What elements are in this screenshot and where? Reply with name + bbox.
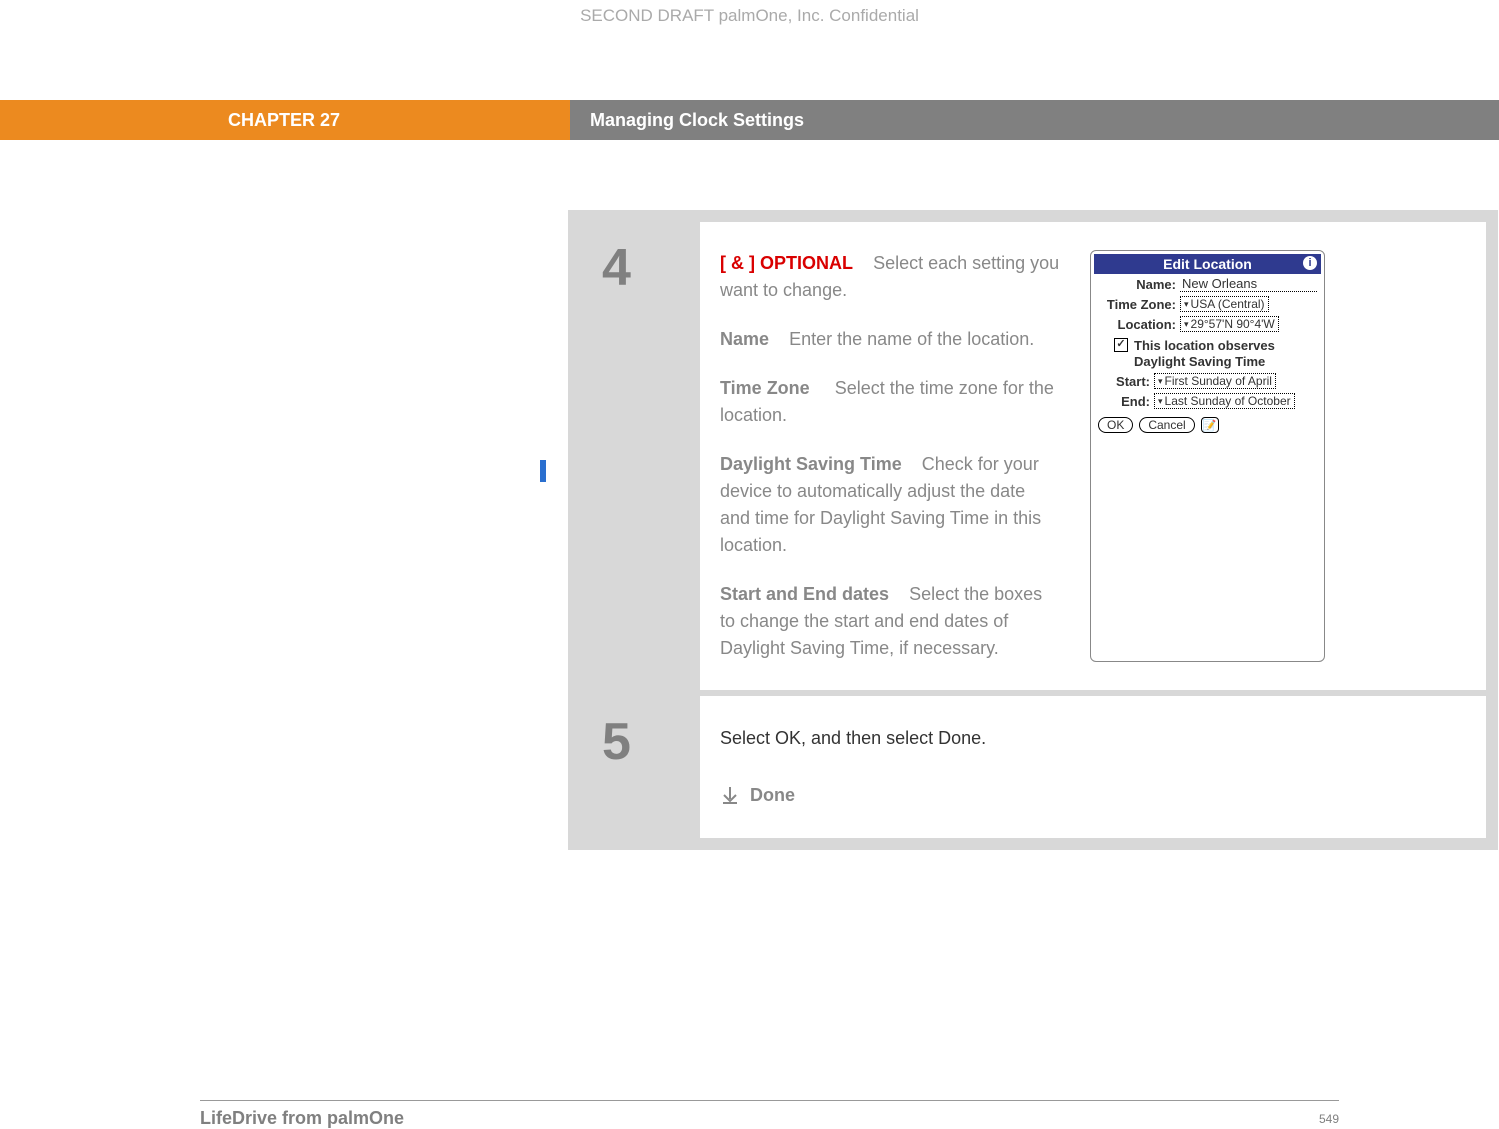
confidential-header: SECOND DRAFT palmOne, Inc. Confidential bbox=[0, 6, 1499, 26]
steps-container: 4 [ & ] OPTIONAL Select each setting you… bbox=[568, 210, 1498, 850]
step-number: 5 bbox=[580, 696, 700, 838]
field-end-value[interactable]: Last Sunday of October bbox=[1154, 393, 1295, 409]
dialog-title-text: Edit Location bbox=[1163, 256, 1252, 272]
step-body: Select OK, and then select Done. Done bbox=[700, 696, 1486, 838]
step-5-instruction: Select OK, and then select Done. bbox=[720, 724, 986, 753]
edit-location-dialog: Edit Location i Name: New Orleans Time Z… bbox=[1090, 250, 1325, 662]
field-loc-label: Location: bbox=[1098, 317, 1176, 332]
chapter-bar: CHAPTER 27 Managing Clock Settings bbox=[0, 100, 1499, 140]
step-4-text: [ & ] OPTIONAL Select each setting you w… bbox=[720, 250, 1060, 662]
ok-button[interactable]: OK bbox=[1098, 417, 1133, 433]
chapter-number: CHAPTER 27 bbox=[0, 100, 570, 140]
step-number: 4 bbox=[580, 222, 700, 690]
field-tz-label: Time Zone: bbox=[1098, 297, 1176, 312]
footer-page-number: 549 bbox=[1319, 1112, 1339, 1126]
chapter-title: Managing Clock Settings bbox=[570, 100, 1499, 140]
step-5-text: Select OK, and then select Done. Done bbox=[720, 724, 986, 810]
dst-label: Daylight Saving Time bbox=[720, 454, 902, 474]
step-body: [ & ] OPTIONAL Select each setting you w… bbox=[700, 222, 1486, 690]
footer-divider bbox=[200, 1100, 1339, 1101]
field-end-label: End: bbox=[1098, 394, 1150, 409]
field-name-label: Name: bbox=[1098, 277, 1176, 292]
step-4: 4 [ & ] OPTIONAL Select each setting you… bbox=[580, 222, 1486, 690]
down-arrow-icon bbox=[720, 785, 740, 805]
optional-bracket: [ & ] bbox=[720, 253, 755, 273]
field-start-value[interactable]: First Sunday of April bbox=[1154, 373, 1276, 389]
optional-label: OPTIONAL bbox=[760, 253, 853, 273]
done-row: Done bbox=[720, 781, 986, 810]
timezone-label: Time Zone bbox=[720, 378, 810, 398]
done-label: Done bbox=[750, 781, 795, 810]
dialog-title: Edit Location i bbox=[1094, 254, 1321, 274]
dates-label: Start and End dates bbox=[720, 584, 889, 604]
change-bar-icon bbox=[540, 460, 546, 482]
checkbox-icon[interactable]: ✓ bbox=[1114, 338, 1128, 352]
field-tz-value[interactable]: USA (Central) bbox=[1180, 296, 1269, 312]
info-icon[interactable]: i bbox=[1303, 256, 1317, 270]
note-icon[interactable]: 📝 bbox=[1201, 417, 1219, 433]
name-desc: Enter the name of the location. bbox=[789, 329, 1034, 349]
field-name-value[interactable]: New Orleans bbox=[1180, 276, 1317, 292]
dst-check-text: This location observes Daylight Saving T… bbox=[1134, 338, 1315, 369]
cancel-button[interactable]: Cancel bbox=[1139, 417, 1194, 433]
step-5: 5 Select OK, and then select Done. Done bbox=[580, 696, 1486, 838]
field-loc-value[interactable]: 29°57'N 90°4'W bbox=[1180, 316, 1279, 332]
field-start-label: Start: bbox=[1098, 374, 1150, 389]
dst-checkbox-row[interactable]: ✓ This location observes Daylight Saving… bbox=[1094, 334, 1321, 371]
name-label: Name bbox=[720, 329, 769, 349]
